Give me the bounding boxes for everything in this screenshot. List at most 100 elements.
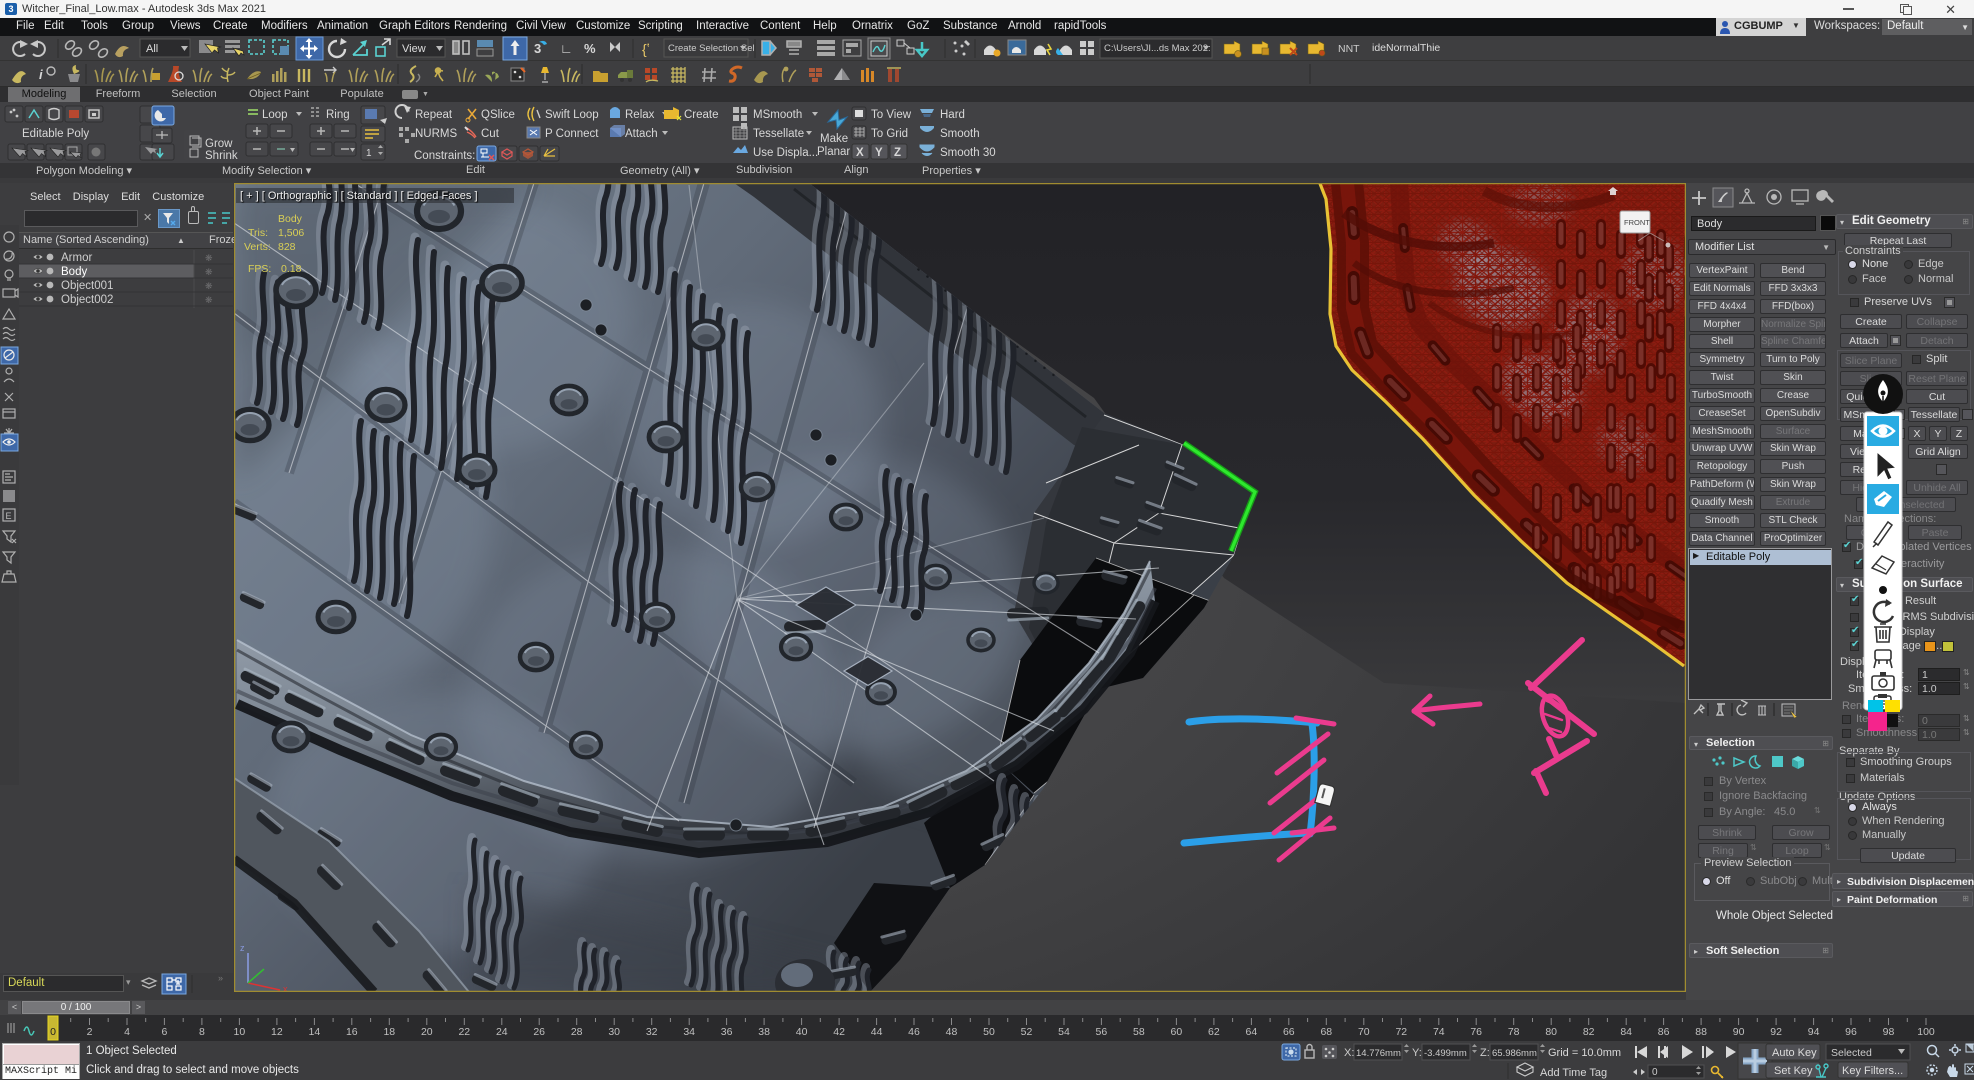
svg-text:Y: Y — [875, 147, 883, 159]
svg-text:12: 12 — [271, 1026, 283, 1038]
svg-text:40: 40 — [796, 1026, 808, 1038]
svg-text:Hard: Hard — [940, 109, 965, 121]
svg-text:Key Filters...: Key Filters... — [1842, 1065, 1903, 1077]
svg-text:78: 78 — [1508, 1026, 1520, 1038]
svg-text:98: 98 — [1883, 1026, 1895, 1038]
svg-text:FPS:: FPS: — [248, 263, 271, 275]
svg-text:84: 84 — [1620, 1026, 1632, 1038]
svg-text:44: 44 — [871, 1026, 883, 1038]
svg-text:%: % — [584, 41, 596, 56]
svg-text:8: 8 — [199, 1026, 205, 1038]
svg-text:4: 4 — [124, 1026, 130, 1038]
svg-text:42: 42 — [833, 1026, 845, 1038]
svg-text:56: 56 — [1096, 1026, 1108, 1038]
svg-text:❋: ❋ — [205, 267, 213, 277]
svg-text:50: 50 — [983, 1026, 995, 1038]
svg-text:14: 14 — [309, 1026, 321, 1038]
svg-text:Armor: Armor — [61, 252, 92, 264]
svg-text:To View: To View — [871, 109, 912, 121]
svg-text:76: 76 — [1470, 1026, 1482, 1038]
svg-text:828: 828 — [278, 241, 296, 253]
svg-text:{ʽ: {ʽ — [642, 41, 650, 57]
svg-text:58: 58 — [1133, 1026, 1145, 1038]
svg-text:48: 48 — [946, 1026, 958, 1038]
svg-text:Loop: Loop — [262, 109, 288, 121]
svg-text:Repeat: Repeat — [415, 109, 453, 121]
svg-text:64: 64 — [1246, 1026, 1258, 1038]
svg-text:Body: Body — [278, 213, 303, 225]
svg-text:X:: X: — [1344, 1047, 1354, 1059]
svg-text:62: 62 — [1208, 1026, 1220, 1038]
svg-text:Grid = 10.0mm: Grid = 10.0mm — [1548, 1047, 1621, 1059]
svg-text:22: 22 — [458, 1026, 470, 1038]
svg-text:Ring: Ring — [326, 109, 350, 121]
svg-text:Swift Loop: Swift Loop — [545, 109, 599, 121]
svg-text:Constraints:: Constraints: — [414, 150, 475, 162]
svg-text:Cut: Cut — [481, 128, 500, 140]
svg-text:Use Displa...: Use Displa... — [753, 147, 818, 159]
svg-text:1,506: 1,506 — [278, 227, 304, 239]
svg-text:P Connect: P Connect — [545, 128, 599, 140]
svg-text:88: 88 — [1695, 1026, 1707, 1038]
svg-text:20: 20 — [421, 1026, 433, 1038]
svg-text:Verts:: Verts: — [244, 241, 271, 253]
svg-text:NNT: NNT — [1338, 43, 1360, 55]
svg-text:❋: ❋ — [205, 253, 213, 263]
svg-text:Smooth: Smooth — [940, 128, 980, 140]
svg-text:To Grid: To Grid — [871, 128, 908, 140]
svg-text:MSmooth: MSmooth — [753, 109, 802, 121]
svg-text:❋: ❋ — [205, 295, 213, 305]
svg-text:72: 72 — [1395, 1026, 1407, 1038]
svg-text:NURMS: NURMS — [415, 128, 457, 140]
svg-text:All: All — [146, 43, 158, 55]
svg-text:Grow: Grow — [205, 138, 233, 150]
svg-text:Editable Poly: Editable Poly — [22, 128, 89, 140]
svg-text:Z:: Z: — [1480, 1047, 1490, 1059]
svg-text:6: 6 — [161, 1026, 167, 1038]
svg-text:❋: ❋ — [205, 281, 213, 291]
svg-text:-3.499mm: -3.499mm — [1424, 1048, 1467, 1059]
svg-text:94: 94 — [1808, 1026, 1820, 1038]
svg-text:34: 34 — [683, 1026, 695, 1038]
svg-text:X: X — [856, 147, 864, 159]
svg-text:0: 0 — [50, 1026, 56, 1038]
svg-text:30: 30 — [608, 1026, 620, 1038]
svg-text:38: 38 — [758, 1026, 770, 1038]
svg-text:28: 28 — [571, 1026, 583, 1038]
svg-text:Relax: Relax — [625, 109, 655, 121]
svg-text:Add Time Tag: Add Time Tag — [1540, 1067, 1607, 1079]
svg-text:Auto Key: Auto Key — [1772, 1047, 1817, 1059]
svg-text:C:\Users\JI...ds Max 202:: C:\Users\JI...ds Max 202: — [1104, 43, 1211, 54]
svg-text:∟: ∟ — [560, 41, 573, 56]
svg-text:82: 82 — [1583, 1026, 1595, 1038]
svg-text:86: 86 — [1658, 1026, 1670, 1038]
svg-text:ideNormalThie: ideNormalThie — [1372, 42, 1440, 54]
svg-text:Object002: Object002 — [61, 294, 113, 306]
svg-text:3: 3 — [534, 41, 541, 56]
svg-text:View: View — [402, 43, 426, 55]
svg-text:Create: Create — [684, 109, 719, 121]
svg-text:Attach: Attach — [625, 128, 658, 140]
svg-text:Smooth 30: Smooth 30 — [940, 147, 996, 159]
svg-text:Shrink: Shrink — [205, 150, 238, 162]
svg-text:»: » — [218, 973, 223, 983]
svg-text:100: 100 — [1917, 1026, 1935, 1038]
svg-text:54: 54 — [1058, 1026, 1070, 1038]
svg-text:52: 52 — [1021, 1026, 1033, 1038]
svg-text:46: 46 — [908, 1026, 920, 1038]
svg-text:18: 18 — [383, 1026, 395, 1038]
svg-text:Make: Make — [820, 133, 848, 145]
svg-text:26: 26 — [533, 1026, 545, 1038]
svg-text:Y:: Y: — [1412, 1047, 1422, 1059]
svg-text:74: 74 — [1433, 1026, 1445, 1038]
svg-text:i: i — [39, 67, 43, 82]
svg-text:Tessellate: Tessellate — [753, 128, 804, 140]
svg-text:z: z — [240, 943, 245, 953]
svg-text:Object001: Object001 — [61, 280, 113, 292]
svg-text:Set Key: Set Key — [1774, 1065, 1813, 1077]
svg-text:92: 92 — [1770, 1026, 1782, 1038]
svg-text:66: 66 — [1283, 1026, 1295, 1038]
svg-text:14.776mm: 14.776mm — [1356, 1048, 1401, 1059]
svg-text:Selected: Selected — [1831, 1047, 1872, 1059]
svg-text:E: E — [6, 511, 12, 521]
